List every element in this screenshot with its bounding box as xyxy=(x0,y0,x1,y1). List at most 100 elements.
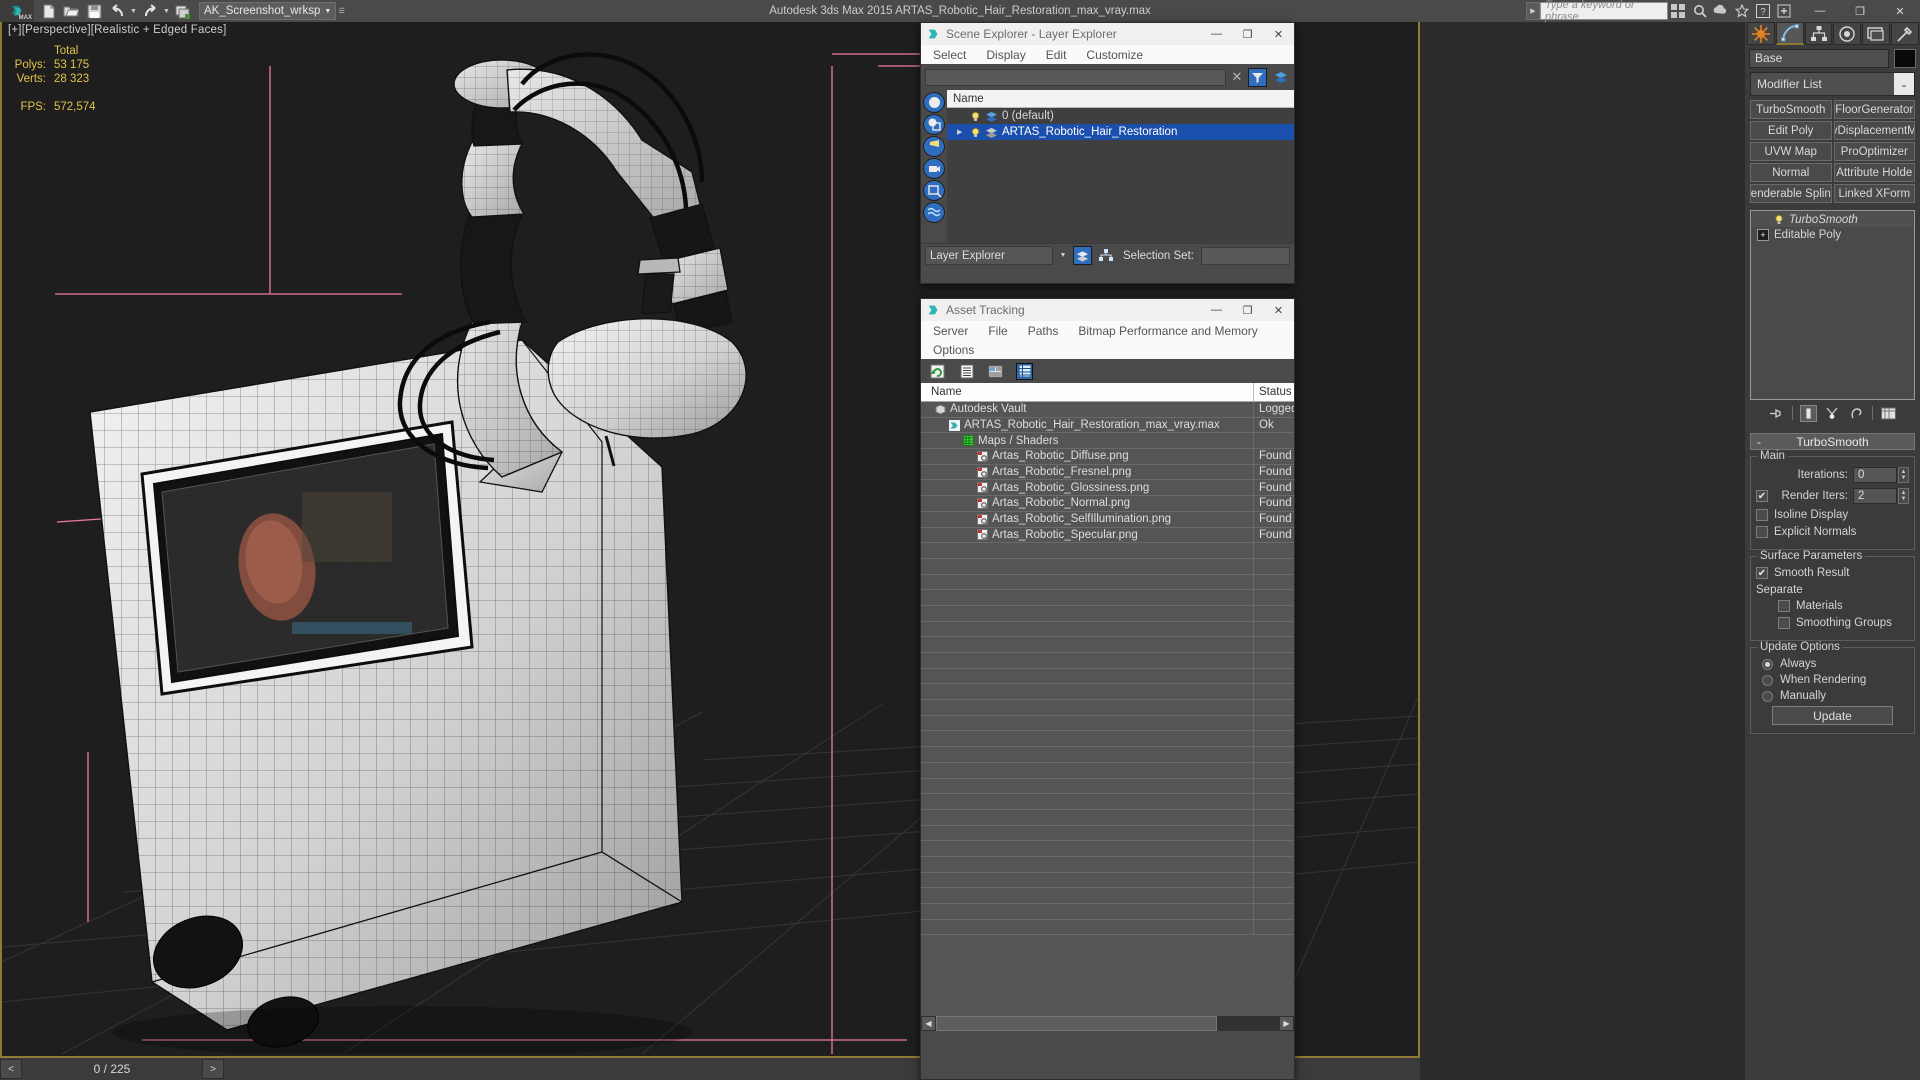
iterations-spinner[interactable]: ▲ ▼ xyxy=(1898,467,1909,483)
motion-tab[interactable] xyxy=(1833,22,1862,45)
scene-explorer-maximize[interactable]: ❐ xyxy=(1232,23,1263,45)
when-rendering-radio[interactable] xyxy=(1762,674,1773,686)
tab-dropdown-caret-icon[interactable]: ▼ xyxy=(1057,252,1069,259)
when-rendering-radio-row[interactable]: When Rendering xyxy=(1756,674,1909,686)
stack-item-editable-poly[interactable]: + Editable Poly xyxy=(1752,227,1913,242)
modifier-button[interactable]: Normal xyxy=(1750,163,1832,182)
asset-row[interactable]: Maps / Shaders xyxy=(921,433,1294,450)
filter-selected-icon[interactable] xyxy=(1248,67,1267,87)
pin-stack-icon[interactable] xyxy=(1768,405,1785,422)
workspaces-icon[interactable] xyxy=(1668,1,1689,22)
modifier-button[interactable]: FloorGenerator xyxy=(1833,100,1915,119)
qat-overflow-caret[interactable]: ☰ xyxy=(337,1,346,21)
menu-bitmap-performance[interactable]: Bitmap Performance and Memory xyxy=(1078,324,1257,338)
render-iters-checkbox[interactable]: ✔ xyxy=(1756,490,1768,502)
previous-frame-button[interactable]: < xyxy=(0,1059,22,1079)
layer-display-icon[interactable] xyxy=(1271,68,1290,87)
menu-edit[interactable]: Edit xyxy=(1046,48,1067,62)
menu-customize[interactable]: Customize xyxy=(1086,48,1143,62)
menu-display[interactable]: Display xyxy=(986,48,1025,62)
utilities-tab[interactable] xyxy=(1891,22,1919,45)
viewport-label[interactable]: [+][Perspective][Realistic + Edged Faces… xyxy=(8,24,227,36)
autodesk-360-icon[interactable] xyxy=(1710,1,1731,22)
close-button[interactable]: ✕ xyxy=(1880,0,1920,22)
scroll-thumb[interactable] xyxy=(936,1016,1218,1031)
workspace-selector[interactable]: AK_Screenshot_wrksp ▼ xyxy=(199,2,337,20)
modifier-stack[interactable]: TurboSmooth + Editable Poly xyxy=(1750,210,1915,400)
remove-modifier-icon[interactable] xyxy=(1848,405,1865,422)
filter-helpers-icon[interactable] xyxy=(923,180,945,201)
search-input[interactable]: Type a keyword or phrase xyxy=(1540,0,1668,23)
grid-view-icon[interactable] xyxy=(1016,362,1033,380)
help-icon[interactable]: ? xyxy=(1752,1,1773,22)
exchange-apps-icon[interactable] xyxy=(1773,1,1794,22)
selection-set-input[interactable] xyxy=(1200,246,1290,265)
filter-spacewarps-icon[interactable] xyxy=(923,202,945,223)
asset-tracking-minimize[interactable]: — xyxy=(1201,299,1232,321)
stack-item-turbosmooth[interactable]: TurboSmooth xyxy=(1752,212,1913,227)
clear-search-icon[interactable]: ✕ xyxy=(1230,69,1244,85)
smooth-result-checkbox[interactable]: ✔ xyxy=(1756,567,1768,579)
scene-explorer-close[interactable]: ✕ xyxy=(1263,23,1294,45)
always-radio[interactable] xyxy=(1762,658,1773,670)
menu-select[interactable]: Select xyxy=(933,48,966,62)
explicit-normals-row[interactable]: Explicit Normals xyxy=(1756,526,1909,538)
modifier-button[interactable]: Edit Poly xyxy=(1750,121,1832,140)
scene-explorer-name-column[interactable]: Name xyxy=(947,90,1294,108)
asset-row[interactable]: Artas_Robotic_Glossiness.png Found xyxy=(921,480,1294,497)
update-button[interactable]: Update xyxy=(1772,706,1893,725)
asset-tracking-close[interactable]: ✕ xyxy=(1263,299,1294,321)
lightbulb-icon[interactable] xyxy=(970,127,981,138)
menu-file[interactable]: File xyxy=(988,324,1007,338)
redo-dropdown-caret[interactable]: ▼ xyxy=(162,1,171,21)
render-iters-spinner[interactable]: ▲ ▼ xyxy=(1898,488,1909,504)
asset-horizontal-scrollbar[interactable]: ◀ ▶ xyxy=(921,1016,1294,1031)
materials-row[interactable]: Materials xyxy=(1756,600,1909,612)
layer-row-artas[interactable]: ▶ ARTAS_Robotic_Hair_Restoration xyxy=(947,124,1294,140)
isoline-display-row[interactable]: Isoline Display xyxy=(1756,509,1909,521)
menu-options[interactable]: Options xyxy=(933,343,974,357)
undo-icon[interactable] xyxy=(106,1,128,21)
chevron-down-icon[interactable]: ⌄ xyxy=(1894,73,1914,95)
smooth-result-row[interactable]: ✔ Smooth Result xyxy=(1756,567,1909,579)
manually-radio-row[interactable]: Manually xyxy=(1756,690,1909,702)
scene-explorer-find-input[interactable] xyxy=(925,68,1226,86)
undo-dropdown-caret[interactable]: ▼ xyxy=(129,1,138,21)
asset-row[interactable]: ARTAS_Robotic_Hair_Restoration_max_vray.… xyxy=(921,417,1294,434)
plus-box-icon[interactable]: + xyxy=(1757,228,1769,241)
scene-explorer-minimize[interactable]: — xyxy=(1201,23,1232,45)
materials-checkbox[interactable] xyxy=(1778,600,1790,612)
object-name-field[interactable]: Base xyxy=(1749,48,1889,68)
project-folder-icon[interactable] xyxy=(172,1,194,21)
rollout-collapse-icon[interactable]: - xyxy=(1757,435,1761,449)
smoothing-groups-row[interactable]: Smoothing Groups xyxy=(1756,617,1909,629)
layer-row-default[interactable]: 0 (default) xyxy=(947,108,1294,124)
scene-explorer-list[interactable]: Name 0 (default) ▶ ARTAS_Robotic_Hair_Re… xyxy=(947,90,1294,243)
scene-explorer-window[interactable]: Scene Explorer - Layer Explorer — ❐ ✕ Se… xyxy=(920,22,1295,284)
modifier-button[interactable]: Linked XForm xyxy=(1833,184,1915,203)
redo-icon[interactable] xyxy=(139,1,161,21)
scroll-right-button[interactable]: ▶ xyxy=(1279,1016,1294,1031)
modifier-button[interactable]: TurboSmooth xyxy=(1750,100,1832,119)
next-frame-button[interactable]: > xyxy=(202,1059,224,1079)
smoothing-groups-checkbox[interactable] xyxy=(1778,617,1790,629)
column-name[interactable]: Name xyxy=(921,383,1254,401)
filter-shapes-icon[interactable] xyxy=(923,114,945,135)
filter-lights-icon[interactable] xyxy=(923,136,945,157)
search-expand-icon[interactable]: ▶ xyxy=(1526,2,1540,20)
selection-set-manager-icon[interactable] xyxy=(1096,246,1115,265)
help-search-icon[interactable] xyxy=(1689,1,1710,22)
expand-arrow-icon[interactable]: ▶ xyxy=(957,128,966,136)
modifier-button[interactable]: ProOptimizer xyxy=(1833,142,1915,161)
asset-tracking-table[interactable]: Name Status Autodesk Vault Logged ARTAS_Ro… xyxy=(921,383,1294,1031)
open-file-icon[interactable] xyxy=(60,1,82,21)
new-file-icon[interactable] xyxy=(37,1,59,21)
menu-server[interactable]: Server xyxy=(933,324,968,338)
scene-explorer-titlebar[interactable]: Scene Explorer - Layer Explorer — ❐ ✕ xyxy=(921,23,1294,45)
create-tab[interactable] xyxy=(1747,22,1775,45)
layer-explorer-tab[interactable]: Layer Explorer xyxy=(925,246,1053,265)
modifier-button[interactable]: yDisplacementM xyxy=(1833,121,1915,140)
filter-geometry-icon[interactable] xyxy=(923,92,945,113)
maximize-button[interactable]: ❐ xyxy=(1840,0,1880,22)
scroll-left-button[interactable]: ◀ xyxy=(921,1016,936,1031)
